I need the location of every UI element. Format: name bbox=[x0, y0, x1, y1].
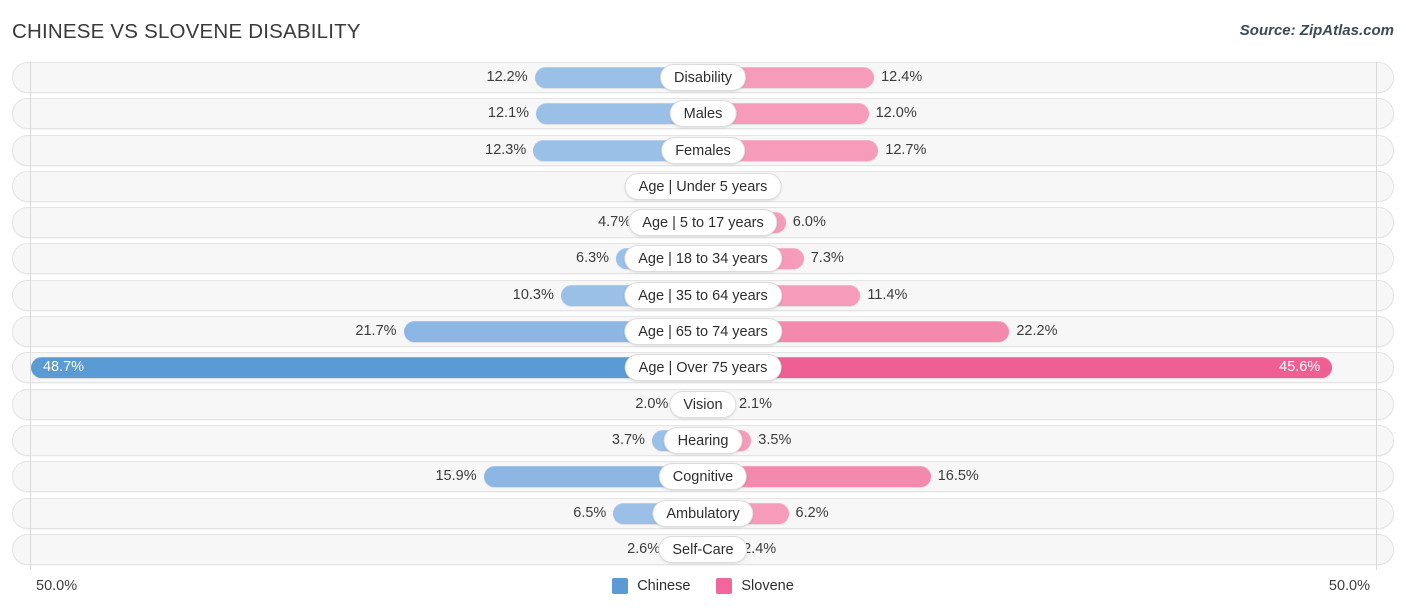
legend-swatch-icon bbox=[716, 578, 733, 594]
bar-chinese bbox=[30, 357, 703, 379]
value-label-chinese: 12.1% bbox=[487, 105, 530, 122]
value-label-chinese: 10.3% bbox=[512, 286, 554, 303]
row-label-pill[interactable]: Hearing bbox=[663, 426, 743, 454]
value-label-chinese: 3.7% bbox=[611, 431, 645, 448]
value-label-slovene: 16.5% bbox=[937, 468, 979, 485]
value-label-chinese: 6.3% bbox=[576, 250, 610, 267]
chart-header: CHINESE VS SLOVENE DISABILITY Source: Zi… bbox=[0, 0, 1406, 62]
legend-label: Slovene bbox=[741, 578, 794, 594]
row-label-pill[interactable]: Age | 65 to 74 years bbox=[624, 318, 782, 346]
legend-item[interactable]: Chinese bbox=[612, 578, 690, 594]
legend-label: Chinese bbox=[637, 578, 691, 594]
value-label-slovene: 2.4% bbox=[743, 540, 777, 557]
value-label-slovene: 12.4% bbox=[881, 69, 923, 85]
chart-row: 4.7% 6.0% Age | 5 to 17 years bbox=[0, 207, 1406, 239]
chart-row: 21.7% 22.2% Age | 65 to 74 years bbox=[0, 316, 1406, 348]
diverging-bar-chart: 12.2% 12.4% Disability 12.1% 12.0% Males 12.3%… bbox=[0, 62, 1406, 570]
gridline-left bbox=[30, 62, 31, 570]
chart-footer: 50.0% 50.0% Chinese Slovene bbox=[0, 570, 1406, 612]
chart-row: 12.1% 12.0% Males bbox=[0, 98, 1406, 130]
legend-item[interactable]: Slovene bbox=[716, 578, 794, 594]
chart-row: 48.7% 45.6% Age | Over 75 years bbox=[0, 352, 1406, 384]
value-label-chinese: 2.6% bbox=[627, 540, 661, 557]
row-label-pill[interactable]: Disability bbox=[659, 64, 747, 91]
row-label-pill[interactable]: Ambulatory bbox=[652, 499, 754, 527]
chart-legend: Chinese Slovene bbox=[0, 578, 1406, 594]
chart-rows: 12.2% 12.4% Disability 12.1% 12.0% Males 12.3%… bbox=[0, 62, 1406, 570]
value-label-chinese: 48.7% bbox=[42, 359, 85, 376]
value-label-slovene: 2.1% bbox=[738, 395, 773, 412]
chart-row: 12.3% 12.7% Females bbox=[0, 134, 1406, 166]
bar-slovene bbox=[703, 357, 1333, 379]
chart-row: 3.7% 3.5% Hearing bbox=[0, 424, 1406, 456]
row-label-pill[interactable]: Cognitive bbox=[658, 463, 748, 491]
value-label-chinese: 15.9% bbox=[435, 468, 477, 485]
source-attribution: Source: ZipAtlas.com bbox=[1239, 22, 1394, 39]
chart-row: 2.0% 2.1% Vision bbox=[0, 388, 1406, 420]
value-label-chinese: 21.7% bbox=[355, 323, 397, 340]
chart-row: 6.3% 7.3% Age | 18 to 34 years bbox=[0, 243, 1406, 275]
row-label-pill[interactable]: Age | Under 5 years bbox=[624, 172, 782, 200]
value-label-chinese: 12.3% bbox=[485, 141, 527, 158]
chart-row: 2.6% 2.4% Self-Care bbox=[0, 533, 1406, 565]
chart-row: 1.1%1.4%Age | Under 5 years bbox=[0, 170, 1406, 202]
value-label-chinese: 12.2% bbox=[486, 69, 528, 85]
chart-row: 10.3% 11.4% Age | 35 to 64 years bbox=[0, 279, 1406, 311]
value-label-slovene: 3.5% bbox=[758, 431, 792, 448]
gridline-right bbox=[1376, 62, 1377, 570]
chart-row: 15.9% 16.5% Cognitive bbox=[0, 461, 1406, 493]
chart-row: 6.5% 6.2% Ambulatory bbox=[0, 497, 1406, 529]
value-label-slovene: 6.2% bbox=[795, 504, 829, 521]
value-label-slovene: 45.6% bbox=[1279, 359, 1321, 376]
value-label-slovene: 6.0% bbox=[792, 214, 826, 231]
value-label-chinese: 2.0% bbox=[635, 395, 669, 412]
row-label-pill[interactable]: Self-Care bbox=[658, 535, 748, 563]
chart-row: 12.2% 12.4% Disability bbox=[0, 62, 1406, 93]
row-label-pill[interactable]: Females bbox=[661, 136, 745, 164]
value-label-slovene: 12.7% bbox=[885, 141, 927, 158]
value-label-slovene: 7.3% bbox=[810, 250, 844, 267]
value-label-slovene: 12.0% bbox=[875, 105, 917, 122]
row-label-pill[interactable]: Age | 5 to 17 years bbox=[628, 209, 778, 237]
legend-swatch-icon bbox=[612, 578, 629, 594]
value-label-slovene: 22.2% bbox=[1016, 323, 1058, 340]
row-label-pill[interactable]: Age | 35 to 64 years bbox=[624, 281, 782, 309]
row-label-pill[interactable]: Vision bbox=[669, 390, 737, 418]
chart-page: CHINESE VS SLOVENE DISABILITY Source: Zi… bbox=[0, 0, 1406, 612]
value-label-slovene: 11.4% bbox=[867, 286, 908, 303]
value-label-chinese: 4.7% bbox=[598, 214, 632, 231]
row-label-pill[interactable]: Age | Over 75 years bbox=[624, 354, 782, 382]
value-label-chinese: 6.5% bbox=[573, 504, 607, 521]
page-title: CHINESE VS SLOVENE DISABILITY bbox=[12, 20, 361, 43]
row-label-pill[interactable]: Age | 18 to 34 years bbox=[624, 245, 782, 273]
row-label-pill[interactable]: Males bbox=[669, 100, 737, 128]
